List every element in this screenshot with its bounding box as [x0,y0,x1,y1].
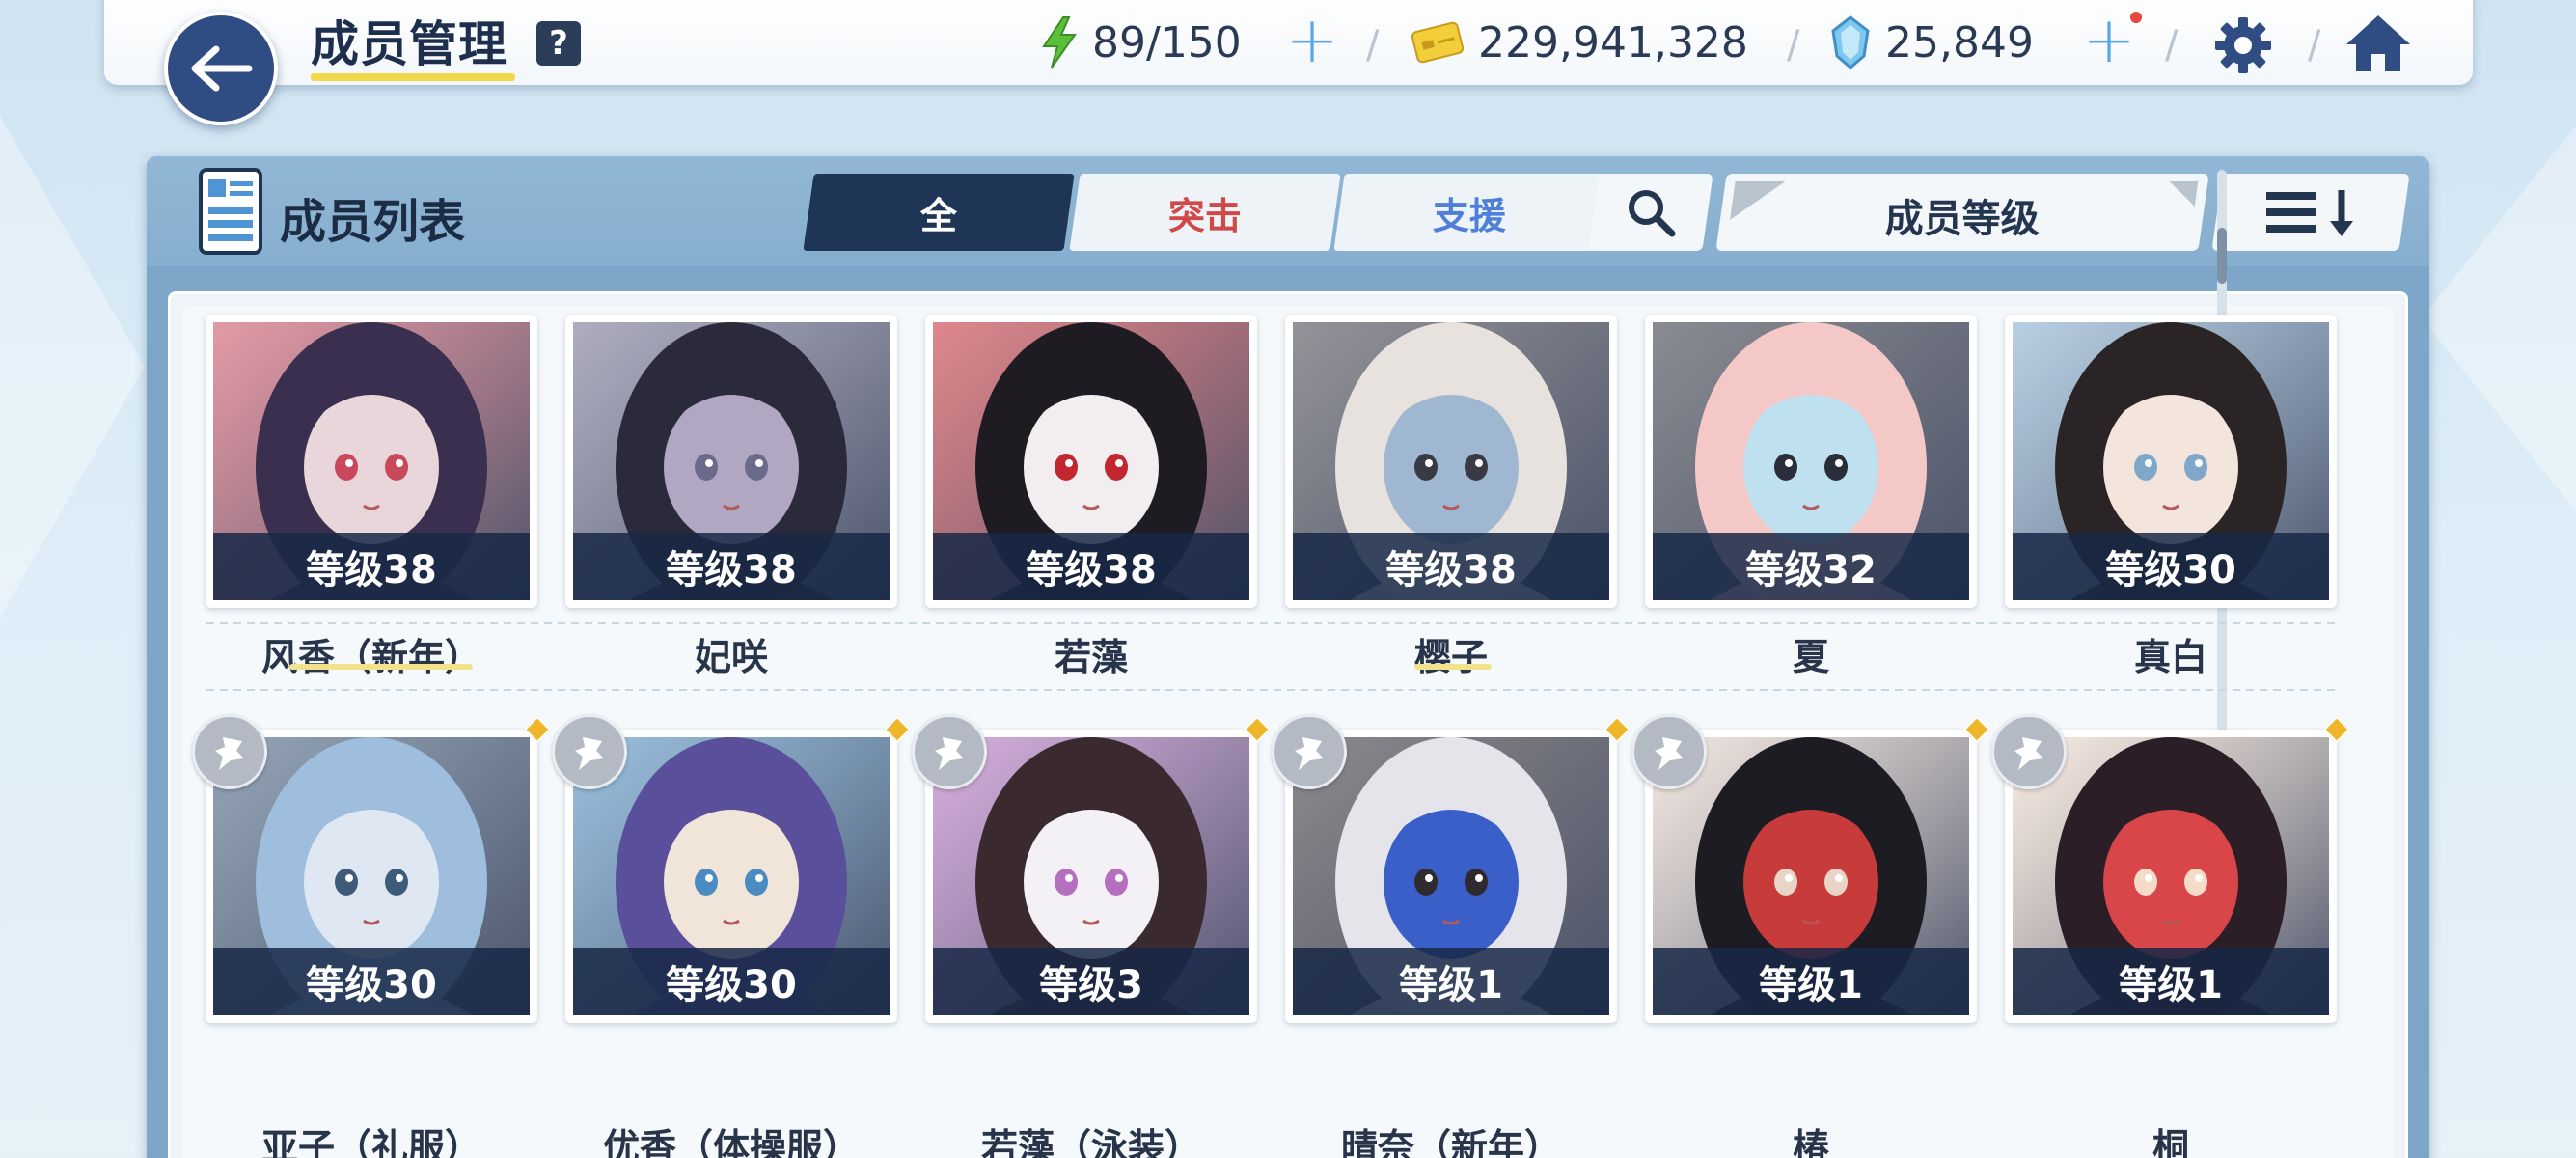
pin-icon [1295,737,1324,770]
member-name: 若藻 [1054,636,1128,678]
add-gems-button[interactable]: + [2082,9,2136,72]
level-badge: 等级1 [2013,948,2329,1015]
tab-assault[interactable]: 突击 [1069,174,1341,251]
pin-button[interactable] [192,714,267,789]
pin-button[interactable] [1991,714,2067,789]
level-badge: 等级1 [1293,948,1609,1015]
member-name: 妃咲 [694,636,768,678]
row-divider [206,689,2339,691]
name-highlight [1414,664,1492,670]
member-name: 真白 [2133,636,2207,678]
stamina-display: 89/150 [1040,14,1242,71]
member-name: 亚子（礼服） [260,1126,481,1158]
tab-label: 支援 [1432,194,1506,237]
credits-display: 229,941,328 [1411,14,1748,71]
home-button[interactable] [2344,12,2412,75]
gems-display: 25,849 [1829,14,2034,71]
level-badge: 等级30 [213,948,530,1015]
sort-order-button[interactable] [2211,174,2410,251]
member-name: 夏 [1792,636,1829,678]
gear-icon [2215,17,2271,73]
level-badge: 等级30 [573,948,890,1015]
level-badge: 等级38 [1293,533,1609,600]
level-badge: 等级30 [2013,533,2329,600]
level-badge: 等级38 [213,533,530,600]
gem-icon [1831,15,1870,69]
member-name: 若藻（泳装） [980,1126,1201,1158]
tab-label: 全 [919,194,957,237]
member-card[interactable]: 等级38 [1285,315,1617,608]
title-underline [311,73,515,81]
pin-button[interactable] [1272,714,1347,789]
member-card[interactable]: 等级38 [925,315,1257,608]
row-divider [206,622,2339,624]
search-icon [1629,190,1676,237]
member-name: 风香（新年） [260,636,481,678]
pin-button[interactable] [1631,714,1707,789]
member-card[interactable]: 等级32 [1645,315,1977,608]
list-title: 成员列表 [280,195,466,249]
divider: / [1787,23,1800,68]
pin-button[interactable] [552,714,627,789]
level-badge: 等级3 [933,948,1249,1015]
divider: / [1366,23,1380,68]
scroll-thumb[interactable] [2217,228,2227,284]
stamina-value: 89/150 [1092,17,1242,68]
member-card[interactable]: 等级30 [2005,315,2337,608]
credit-card-icon [1411,21,1465,64]
tab-label: 突击 [1167,194,1242,237]
settings-button[interactable] [2211,14,2275,77]
back-arrow-icon [191,45,253,92]
background-shape [2422,125,2576,511]
credits-value: 229,941,328 [1478,17,1748,68]
tab-all[interactable]: 全 [803,174,1075,251]
member-name: 优香（体操服） [602,1126,860,1158]
pin-icon [935,737,964,770]
notification-dot [2130,12,2142,23]
divider: / [2165,23,2179,68]
page-title: 成员管理 [311,16,507,72]
member-card[interactable]: 等级38 [565,315,897,608]
divider: / [2308,23,2321,68]
pin-button[interactable] [912,714,987,789]
level-badge: 等级32 [1653,533,1969,600]
add-stamina-button[interactable]: + [1285,9,1339,72]
help-button[interactable]: ? [536,21,581,66]
pin-icon [215,737,244,770]
name-highlight [289,664,473,670]
gems-value: 25,849 [1885,17,2034,68]
member-list-icon [199,168,262,255]
member-name: 椿 [1792,1126,1829,1158]
pin-icon [2014,737,2043,770]
member-card[interactable]: 等级38 [206,315,537,608]
level-badge: 等级38 [573,533,890,600]
sort-label: 成员等级 [1884,197,2040,241]
member-name: 樱子 [1413,636,1488,678]
member-name: 晴奈（新年） [1340,1126,1561,1158]
level-badge: 等级38 [933,533,1249,600]
sort-order-icon [2266,190,2353,236]
tab-support[interactable]: 支援 [1333,174,1605,251]
lightning-icon [1042,16,1077,69]
pin-icon [575,737,604,770]
sort-dropdown[interactable]: 成员等级 [1715,174,2209,251]
background-shape [0,116,145,618]
pin-icon [1655,737,1684,770]
back-button[interactable] [164,12,278,125]
level-badge: 等级1 [1653,948,1969,1015]
search-button[interactable] [1588,174,1713,251]
home-icon [2346,15,2410,71]
member-name: 桐 [2151,1126,2189,1158]
